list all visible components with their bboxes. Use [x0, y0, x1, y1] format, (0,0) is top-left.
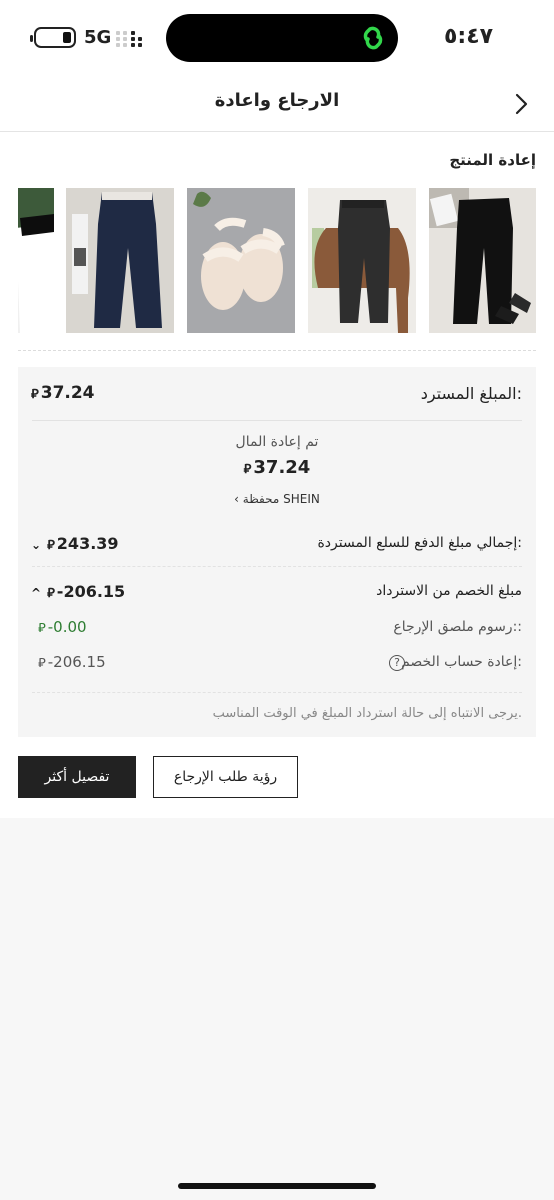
section-title: إعادة المنتج	[449, 151, 536, 169]
page-title: الارجاع واعادة	[214, 90, 340, 111]
clock: ٥:٤٧	[444, 24, 494, 49]
product-thumb-navy-pants[interactable]	[66, 188, 174, 333]
divider	[18, 350, 536, 351]
link-icon	[363, 26, 383, 50]
total-value[interactable]: ⌄ ⃁ 243.39	[31, 534, 119, 553]
refund-label: المبلغ المسترد:	[420, 384, 522, 403]
status-bar: 5G ٥:٤٧	[0, 0, 554, 76]
home-indicator[interactable]	[178, 1183, 376, 1189]
chevron-up-icon: ^	[31, 586, 42, 600]
return-calc-value: ⃁ -206.15	[38, 653, 106, 671]
refund-card: المبلغ المسترد: ⃁ 37.24 تم إعادة المال ⃁ 3…	[18, 367, 536, 737]
divider	[32, 566, 522, 567]
battery-icon	[30, 27, 76, 48]
header: الارجاع واعادة	[0, 76, 554, 132]
product-strip[interactable]	[18, 188, 536, 333]
network-label: 5G	[84, 27, 112, 48]
refund-note: يرجى الانتباه إلى حالة استرداد المبلغ في…	[212, 706, 522, 721]
refund-value: ⃁ 37.24	[31, 383, 95, 403]
signal-icon	[116, 31, 148, 47]
product-thumb-grey-jeans[interactable]	[308, 188, 416, 333]
dynamic-island	[166, 14, 398, 62]
divider	[32, 420, 522, 421]
help-icon[interactable]: ?	[389, 655, 405, 671]
deduction-value[interactable]: ^ ⃁ -206.15	[31, 582, 125, 601]
label-fee-label: رسوم ملصق الإرجاع::	[393, 619, 522, 635]
product-thumb-black-pants[interactable]	[429, 188, 536, 333]
product-thumb-sandals[interactable]	[187, 188, 295, 333]
deduction-label: مبلغ الخصم من الاسترداد	[376, 583, 522, 599]
wallet-link[interactable]: ‹ محفظة SHEIN	[18, 492, 536, 506]
divider	[32, 692, 522, 693]
refund-status: تم إعادة المال	[235, 434, 319, 450]
back-arrow-icon[interactable]	[512, 92, 532, 116]
currency-icon: ⃁	[31, 387, 39, 402]
label-fee-value: ⃁ -0.00	[38, 618, 87, 636]
chevron-left-icon: ‹	[234, 492, 243, 506]
refund-status-amount: ⃁ 37.24	[243, 457, 311, 478]
chevron-down-icon: ⌄	[31, 538, 42, 552]
view-return-button[interactable]: رؤية طلب الإرجاع	[153, 756, 298, 798]
more-details-button[interactable]: تفصيل أكثر	[18, 756, 136, 798]
return-calc-label: إعادة حساب الخصم:	[401, 654, 522, 670]
product-thumb-white-top[interactable]	[18, 188, 54, 333]
total-label: إجمالي مبلغ الدفع للسلع المستردة:	[317, 535, 522, 551]
